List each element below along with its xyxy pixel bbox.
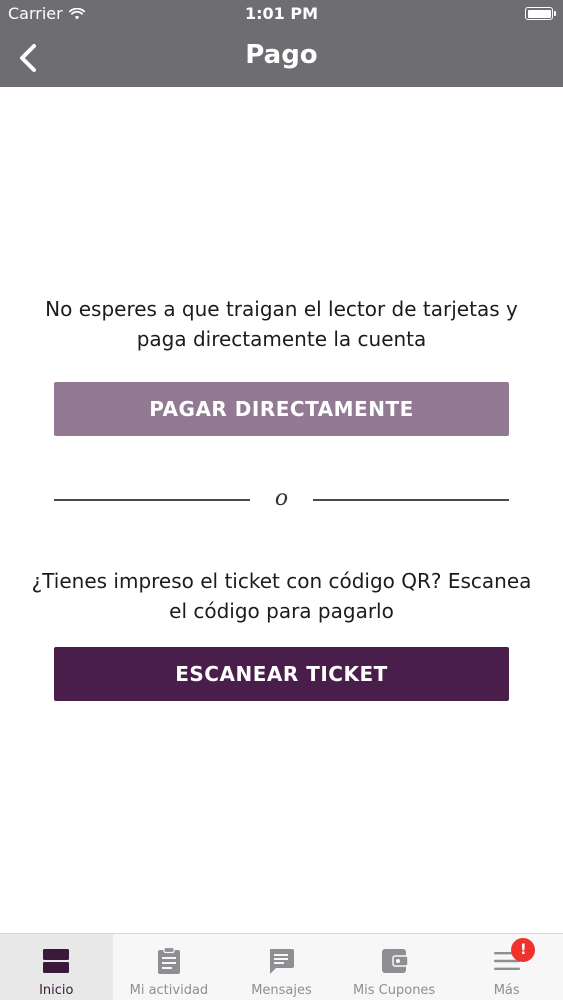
- status-time: 1:01 PM: [244, 4, 318, 23]
- divider-line-right: [313, 499, 509, 501]
- clipboard-icon: [153, 945, 185, 977]
- tab-mis-cupones[interactable]: Mis Cupones: [338, 934, 451, 1000]
- pay-directly-button[interactable]: PAGAR DIRECTAMENTE: [54, 382, 509, 436]
- pay-prompt-text: No esperes a que traigan el lector de ta…: [45, 297, 518, 351]
- tab-mi-actividad[interactable]: Mi actividad: [113, 934, 226, 1000]
- payment-screen: Carrier 1:01 PM Pago No esperes a que tr…: [0, 0, 563, 1000]
- tab-label-mensajes: Mensajes: [251, 983, 312, 998]
- status-bar: Carrier 1:01 PM: [0, 0, 563, 28]
- battery-icon: [525, 7, 556, 20]
- top-bar: Carrier 1:01 PM Pago: [0, 0, 563, 87]
- notification-badge: !: [511, 938, 536, 962]
- tab-label-mis-cupones: Mis Cupones: [352, 983, 436, 998]
- tab-mas[interactable]: ! Más: [450, 934, 563, 1000]
- scan-prompt-text: ¿Tienes impreso el ticket con código QR?…: [31, 569, 532, 623]
- wallet-icon: [378, 945, 410, 977]
- tab-label-mi-actividad: Mi actividad: [129, 983, 209, 998]
- tab-label-inicio: Inicio: [39, 983, 74, 998]
- tab-bar: Inicio Mi actividad Mensajes Mis Cupones…: [0, 933, 563, 1000]
- home-icon: [40, 945, 72, 977]
- message-icon: [265, 945, 297, 977]
- page-title: Pago: [245, 40, 318, 70]
- navigation-bar: Pago: [0, 28, 563, 87]
- tab-inicio[interactable]: Inicio: [0, 934, 113, 1000]
- tab-label-mas: Más: [493, 983, 520, 998]
- tab-mensajes[interactable]: Mensajes: [225, 934, 338, 1000]
- or-divider: o: [54, 486, 509, 514]
- scan-ticket-button[interactable]: ESCANEAR TICKET: [54, 647, 509, 701]
